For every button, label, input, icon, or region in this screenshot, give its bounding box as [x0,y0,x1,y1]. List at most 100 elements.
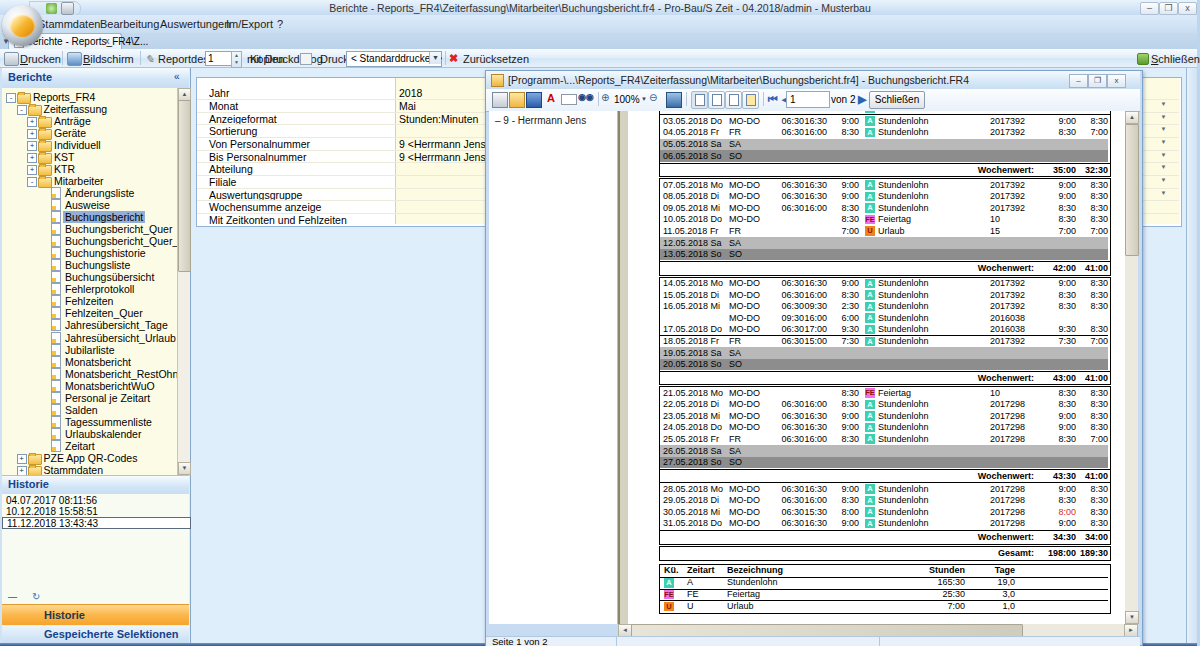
scroll-thumb[interactable] [178,100,191,272]
historie-item[interactable]: 10.12.2018 15:58:51 [2,506,189,517]
tree-item-tagessummenliste[interactable]: Tagessummenliste [2,416,177,428]
param-dropdown-icon[interactable]: ▼ [1159,177,1168,183]
drucken-button[interactable]: Drucken [20,53,61,65]
tree-item-monatsbericht-restohnegeplant[interactable]: Monatsbericht_RestOhneGeplant [2,368,177,380]
menu-stammdaten[interactable]: Stammdaten [38,18,100,30]
tree-item-buchungsbericht-quer-ohne[interactable]: Buchungsbericht_Quer_Ohne [2,235,177,247]
maximize-button[interactable]: ❐ [1159,2,1178,15]
search-icon[interactable]: ◉◉ [578,92,592,106]
tree-item-ger-te[interactable]: +Geräte [2,127,177,139]
tree-item-buchungsbericht-quer[interactable]: Buchungsbericht_Quer [2,223,177,235]
tree-scrollbar[interactable]: ▲ ▼ [177,88,190,475]
tree-item-buchungsliste[interactable]: Buchungsliste [2,259,177,271]
collapse-icon[interactable]: - [27,177,37,187]
fullscreen-icon[interactable] [666,92,682,108]
bildschirm-button[interactable]: Bildschirm [83,53,134,65]
collapse-icon[interactable]: « [174,71,180,82]
page-number-input[interactable] [786,91,830,108]
tree-item-stammdaten[interactable]: +Stammdaten [2,464,177,475]
tree-item-mitarbeiter[interactable]: -Mitarbeiter [2,175,177,187]
pdf-export-icon[interactable]: A [544,92,558,106]
tree-item-personal-je-zeitart[interactable]: Personal je Zeitart [2,392,177,404]
tree-item-individuell[interactable]: +Individuell [2,139,177,151]
email-icon[interactable] [561,94,577,105]
zoom-in-icon[interactable]: ⊕ [601,92,615,106]
expand-icon[interactable]: + [27,153,37,163]
tree-item-jahres-bersicht-urlaub[interactable]: Jahresübersicht_Urlaub [2,332,177,344]
param-value-anzeigeformat[interactable]: Stunden:Minuten [399,113,478,125]
tree-item-buchungshistorie[interactable]: Buchungshistorie [2,247,177,259]
minimize-button[interactable]: – [1140,2,1159,15]
param-value-von-personalnummer[interactable]: 9 <Herrmann Jens> [399,138,492,150]
refresh-tool-icon[interactable]: ↻ [32,591,40,602]
tree-item-nderungsliste[interactable]: Änderungsliste [2,187,177,199]
tree-item-buchungs-bersicht[interactable]: Buchungsübersicht [2,271,177,283]
param-dropdown-icon[interactable]: ▼ [1159,190,1168,196]
tree-item-salden[interactable]: Salden [2,404,177,416]
tree-item-buchungsbericht[interactable]: Buchungsbericht [2,211,177,223]
expand-icon[interactable]: + [17,466,27,475]
tree-item-jubilarliste[interactable]: Jubilarliste [2,344,177,356]
application-orb-button[interactable] [2,5,43,46]
screen-icon[interactable] [67,52,82,66]
param-value-monat[interactable]: Mai [399,100,416,112]
tree-item-zeitart[interactable]: Zeitart [2,440,177,452]
historie-item[interactable]: 11.12.2018 13:43:43 [2,517,191,529]
next-page-icon[interactable]: ▶ [858,93,866,106]
tree-item-fehlzeiten[interactable]: Fehlzeiten [2,295,177,307]
outline-item-herrmann-jens[interactable]: – 9 - Herrmann Jens [495,115,586,126]
collapse-tool-icon[interactable]: — [8,592,17,602]
tree-item-ktr[interactable]: +KTR [2,163,177,175]
param-value-bis-personalnummer[interactable]: 9 <Herrmann Jens> [399,151,492,163]
param-dropdown-icon[interactable]: ▼ [1159,101,1168,107]
dropdown-icon[interactable]: ▼ [429,52,441,64]
param-dropdown-icon[interactable]: ▼ [1159,152,1168,158]
zuruecksetzen-button[interactable]: Zurücksetzen [463,53,529,65]
tree-item-antr-ge[interactable]: +Anträge [2,115,177,127]
tree-item-monatsbericht[interactable]: Monatsbericht [2,356,177,368]
menu-[interactable]: ? [277,18,283,30]
tree-item-fehlzeiten-quer[interactable]: Fehlzeiten_Quer [2,307,177,319]
historie-bar[interactable]: Historie [2,604,189,625]
printer-icon[interactable] [4,52,19,66]
scroll-thumb[interactable] [1125,124,1139,256]
kopien-input[interactable]: 1 [205,51,233,66]
zoom-dropdown-icon[interactable]: ▼ [641,96,647,102]
preview-horizontal-scrollbar[interactable]: ◄ ► [618,624,1138,636]
tree-item-zeiterfassung[interactable]: -Zeiterfassung [2,103,177,115]
expand-icon[interactable]: + [27,117,37,127]
param-dropdown-icon[interactable]: ▼ [1159,114,1168,120]
first-page-icon[interactable]: ⏮ [768,93,778,106]
drucker-combobox[interactable]: < Standarddrucker >▼ [346,51,442,67]
param-dropdown-icon[interactable]: ▼ [1159,126,1168,132]
tree-item-jahres-bersicht-tage[interactable]: Jahresübersicht_Tage [2,319,177,331]
tab-close-icon[interactable]: x [105,36,110,46]
single-page-view-button[interactable] [691,91,708,109]
menu-im-export[interactable]: Im/Export [226,18,273,30]
param-dropdown-icon[interactable]: ▼ [1159,139,1168,145]
collapse-icon[interactable]: - [6,93,16,103]
open-icon[interactable] [509,92,525,108]
druckdialog-checkbox[interactable] [300,53,312,65]
expand-icon[interactable]: + [27,165,37,175]
preview-close-toolbar-button[interactable]: Schließen [869,91,925,109]
scroll-up-icon[interactable]: ▲ [1125,111,1139,124]
menu-auswertungen[interactable]: Auswertungen [160,18,230,30]
scroll-down-icon[interactable]: ▼ [178,462,191,475]
collapse-icon[interactable]: - [17,105,27,115]
tree-item-ausweise[interactable]: Ausweise [2,199,177,211]
gespeicherte-selektionen-bar[interactable]: Gespeicherte Selektionen [2,626,189,643]
tree-item-urlaubskalender[interactable]: Urlaubskalender [2,428,177,440]
close-button[interactable]: x [1178,2,1197,15]
schliessen-button[interactable]: Schließen [1151,53,1200,65]
edit-page-button[interactable] [742,91,759,109]
scroll-down-icon[interactable]: ▼ [1125,611,1139,624]
preview-maximize-button[interactable]: ❐ [1088,74,1107,88]
historie-item[interactable]: 04.07.2017 08:11:56 [2,495,189,506]
expand-icon[interactable]: + [27,129,37,139]
tree-item-monatsberichtwuo[interactable]: MonatsberichtWuO [2,380,177,392]
print-icon[interactable] [61,2,74,15]
tree-item-kst[interactable]: +KST [2,151,177,163]
expand-icon[interactable]: + [17,454,27,464]
tree-item-fehlerprotokoll[interactable]: Fehlerprotokoll [2,283,177,295]
